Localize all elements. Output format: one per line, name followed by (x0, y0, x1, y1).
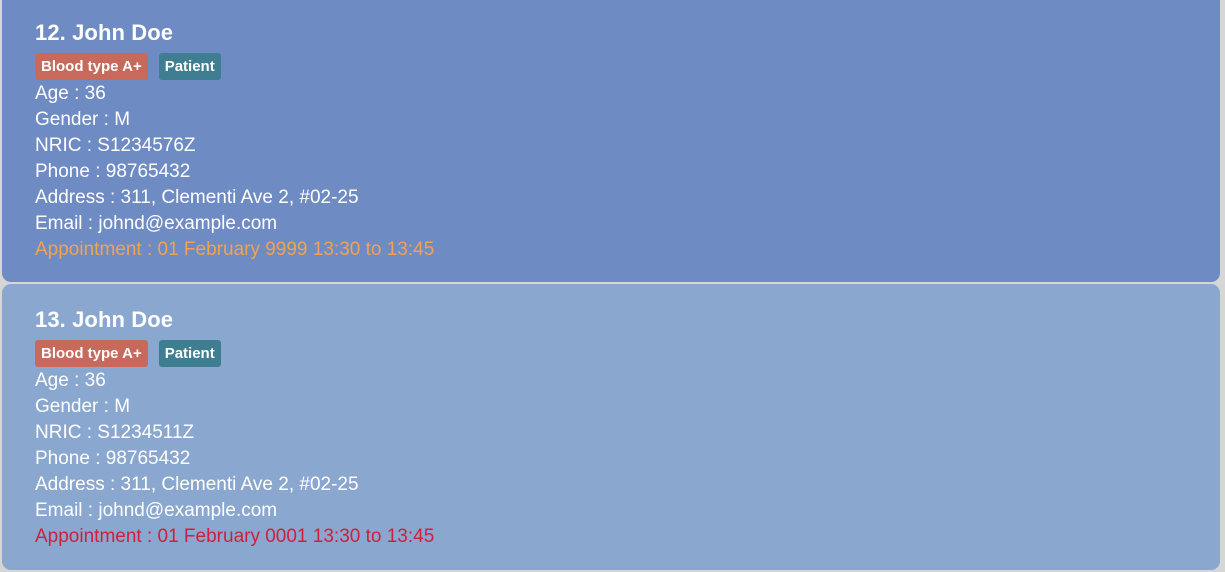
email-field: Email : johnd@example.com (35, 213, 278, 234)
person-name: 13. John Doe (35, 307, 174, 332)
nric-field: NRIC : S1234511Z (35, 422, 195, 443)
phone-field: Phone : 98765432 (35, 161, 191, 182)
person-details: Age : 36 Gender : M NRIC : S1234576Z Pho… (35, 81, 434, 263)
person-name: 12. John Doe (35, 20, 174, 45)
tag-list: Blood type A+ Patient (35, 53, 221, 80)
role-tag: Patient (158, 340, 221, 367)
person-card[interactable]: 12. John Doe Blood type A+ Patient Age :… (2, 0, 1220, 282)
age-field: Age : 36 (35, 83, 106, 104)
person-list[interactable]: 12. John Doe Blood type A+ Patient Age :… (0, 0, 1225, 572)
appointment-field: Appointment : 01 February 0001 13:30 to … (35, 526, 435, 547)
age-field: Age : 36 (35, 370, 106, 391)
role-tag: Patient (158, 53, 221, 80)
phone-field: Phone : 98765432 (35, 448, 191, 469)
person-card[interactable]: 13. John Doe Blood type A+ Patient Age :… (2, 284, 1220, 570)
blood-type-tag: Blood type A+ (35, 340, 148, 367)
person-details: Age : 36 Gender : M NRIC : S1234511Z Pho… (35, 368, 434, 550)
blood-type-tag: Blood type A+ (35, 53, 148, 80)
address-field: Address : 311, Clementi Ave 2, #02-25 (35, 474, 359, 495)
tag-list: Blood type A+ Patient (35, 340, 221, 367)
nric-field: NRIC : S1234576Z (35, 135, 196, 156)
address-field: Address : 311, Clementi Ave 2, #02-25 (35, 187, 359, 208)
gender-field: Gender : M (35, 109, 131, 130)
email-field: Email : johnd@example.com (35, 500, 278, 521)
gender-field: Gender : M (35, 396, 131, 417)
appointment-field: Appointment : 01 February 9999 13:30 to … (35, 239, 435, 260)
